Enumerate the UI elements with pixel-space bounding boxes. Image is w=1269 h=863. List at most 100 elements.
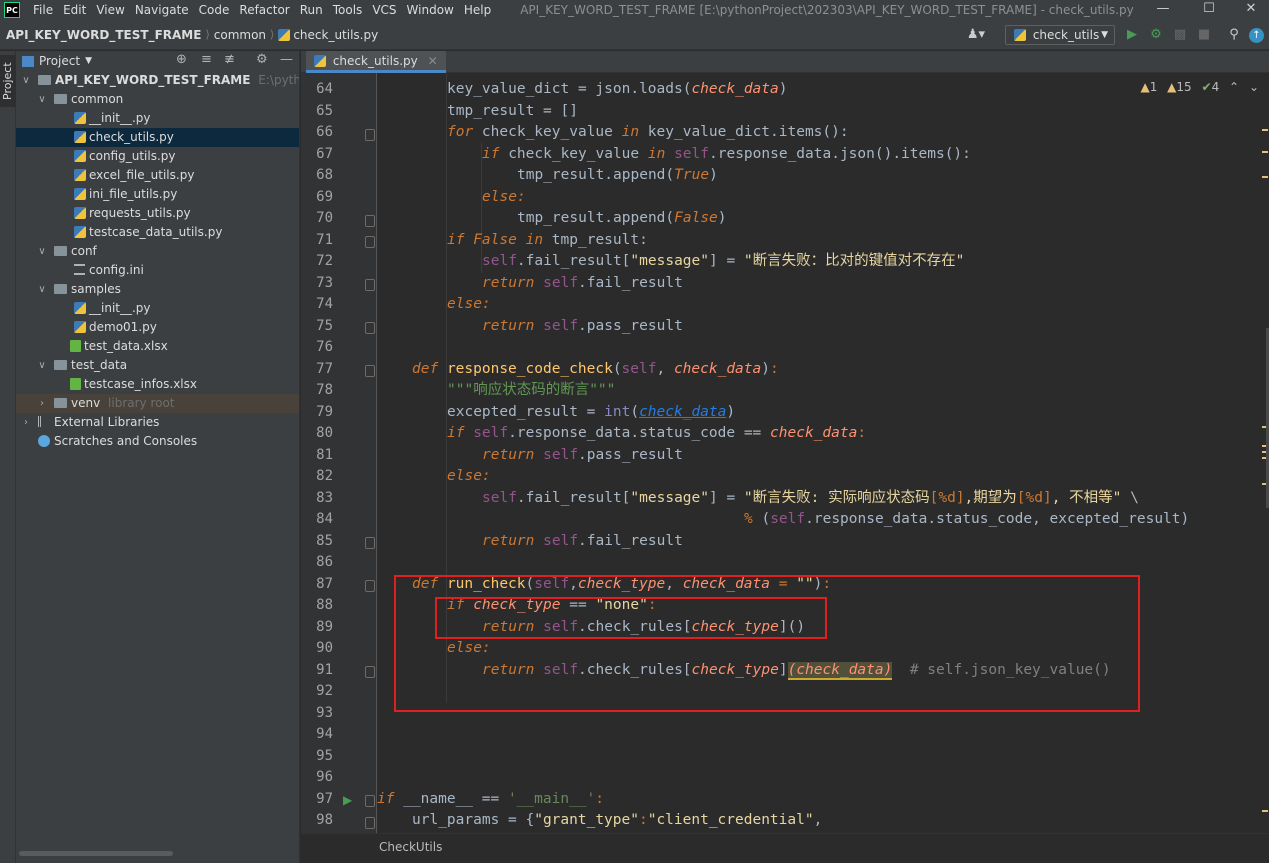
tree-item-label: __init__.py: [89, 301, 151, 315]
menu-tools[interactable]: Tools: [328, 0, 368, 20]
line-number: 87: [316, 575, 333, 592]
folder-icon: [54, 94, 67, 104]
error-stripe-mark[interactable]: [1262, 176, 1268, 178]
run-configuration-select[interactable]: check_utils ▼: [1005, 25, 1115, 45]
tree-item-test-data[interactable]: ∨ test_data: [16, 356, 299, 375]
project-tool-window-tab[interactable]: Project: [0, 55, 16, 107]
menu-view[interactable]: View: [91, 0, 129, 20]
menu-edit[interactable]: Edit: [58, 0, 91, 20]
collapse-all-icon[interactable]: ≢: [224, 52, 235, 67]
tree-item-samples-init[interactable]: __init__.py: [16, 299, 299, 318]
fold-marker-icon[interactable]: [365, 666, 375, 678]
hide-panel-icon[interactable]: —: [280, 52, 293, 67]
tree-item-config-utils[interactable]: config_utils.py: [16, 147, 299, 166]
expand-all-icon[interactable]: ≡: [201, 52, 212, 67]
fold-marker-icon[interactable]: [365, 236, 375, 248]
fold-marker-icon[interactable]: [365, 129, 375, 141]
chevron-down-icon[interactable]: ∨: [20, 71, 32, 90]
fold-marker-icon[interactable]: [365, 365, 375, 377]
menu-refactor[interactable]: Refactor: [234, 0, 294, 20]
update-icon[interactable]: ↑: [1249, 28, 1264, 43]
tree-item-venv[interactable]: › venv library root: [16, 394, 299, 413]
tree-item-label: requests_utils.py: [89, 206, 191, 220]
error-stripe-mark[interactable]: [1262, 810, 1268, 812]
fold-marker-icon[interactable]: [365, 817, 375, 829]
run-icon[interactable]: ▶: [1124, 26, 1140, 44]
breadcrumb-class[interactable]: CheckUtils: [379, 840, 442, 854]
chevron-down-icon[interactable]: ⌄: [1249, 80, 1259, 94]
user-account-icon[interactable]: ♟▾: [962, 26, 990, 44]
tree-item-config-ini[interactable]: config.ini: [16, 261, 299, 280]
window-title: API_KEY_WORD_TEST_FRAME [E:\pythonProjec…: [520, 3, 1134, 17]
fold-marker-icon[interactable]: [365, 215, 375, 227]
menu-window[interactable]: Window: [402, 0, 459, 20]
tree-item-check-utils[interactable]: check_utils.py: [16, 128, 299, 147]
tree-item-demo01[interactable]: demo01.py: [16, 318, 299, 337]
menu-navigate[interactable]: Navigate: [130, 0, 194, 20]
close-tab-icon[interactable]: ✕: [428, 54, 438, 68]
tree-item-testcase-data-utils[interactable]: testcase_data_utils.py: [16, 223, 299, 242]
code-editor[interactable]: 64 65 66 67 68 69 70 71 72 73 74 75 76 7…: [301, 73, 1269, 833]
menu-file[interactable]: File: [28, 0, 58, 20]
tree-item-scratches[interactable]: Scratches and Consoles: [16, 432, 299, 451]
python-file-icon: [314, 55, 326, 67]
search-icon[interactable]: ⚲: [1226, 26, 1242, 44]
chevron-down-icon[interactable]: ∨: [36, 242, 48, 261]
close-window-icon[interactable]: ✕: [1228, 0, 1269, 20]
fold-marker-icon[interactable]: [365, 537, 375, 549]
tree-item-label: samples: [71, 282, 121, 296]
locate-file-icon[interactable]: ⊕: [176, 52, 187, 67]
error-stripe-mark[interactable]: [1262, 151, 1268, 153]
horizontal-scrollbar[interactable]: [19, 851, 173, 856]
code-line-85: return self.fail_result: [482, 532, 683, 549]
tree-item-label: demo01.py: [89, 320, 157, 334]
chevron-down-icon[interactable]: ∨: [36, 280, 48, 299]
menu-help[interactable]: Help: [459, 0, 496, 20]
minimize-icon[interactable]: —: [1140, 0, 1186, 20]
gear-icon[interactable]: ⚙: [256, 52, 268, 67]
menu-code[interactable]: Code: [194, 0, 235, 20]
line-number: 93: [316, 704, 333, 721]
tree-item-common[interactable]: ∨ common: [16, 90, 299, 109]
tree-item-test-data-xlsx[interactable]: test_data.xlsx: [16, 337, 299, 356]
project-view-select[interactable]: Project: [39, 54, 80, 68]
tree-item-ini-file-utils[interactable]: ini_file_utils.py: [16, 185, 299, 204]
tree-item-samples[interactable]: ∨ samples: [16, 280, 299, 299]
tree-item-conf[interactable]: ∨ conf: [16, 242, 299, 261]
menu-vcs[interactable]: VCS: [367, 0, 401, 20]
indent-guide: [446, 73, 447, 593]
run-gutter-icon[interactable]: ▶: [343, 793, 352, 807]
chevron-right-icon[interactable]: ›: [20, 413, 32, 432]
tree-item-requests-utils[interactable]: requests_utils.py: [16, 204, 299, 223]
fold-marker-icon[interactable]: [365, 795, 375, 807]
maximize-icon[interactable]: ☐: [1186, 0, 1232, 20]
fold-marker-icon[interactable]: [365, 322, 375, 334]
coverage-icon[interactable]: ▩: [1172, 26, 1188, 44]
editor-gutter: 64 65 66 67 68 69 70 71 72 73 74 75 76 7…: [301, 73, 377, 833]
code-line-77: def response_code_check(self, check_data…: [412, 360, 779, 377]
tab-check-utils[interactable]: check_utils.py ✕: [306, 51, 446, 73]
tree-item-external-libraries[interactable]: › External Libraries: [16, 413, 299, 432]
debug-icon[interactable]: ⚙: [1148, 26, 1164, 44]
chevron-right-icon[interactable]: ›: [36, 394, 48, 413]
menu-run[interactable]: Run: [295, 0, 328, 20]
chevron-down-icon[interactable]: ▼: [85, 56, 92, 66]
fold-marker-icon[interactable]: [365, 580, 375, 592]
library-icon: [38, 416, 50, 427]
breadcrumb-folder[interactable]: common: [214, 28, 266, 42]
tree-item-common-init[interactable]: __init__.py: [16, 109, 299, 128]
python-file-icon: [74, 112, 86, 124]
fold-marker-icon[interactable]: [365, 279, 375, 291]
tree-item-testcase-infos[interactable]: testcase_infos.xlsx: [16, 375, 299, 394]
error-stripe-mark[interactable]: [1262, 129, 1268, 131]
chevron-down-icon[interactable]: ∨: [36, 90, 48, 109]
breadcrumb-project[interactable]: API_KEY_WORD_TEST_FRAME: [6, 28, 201, 42]
inspection-widget[interactable]: ▲1 ▲15 ✔4 ⌃ ⌄: [1140, 80, 1259, 94]
stop-icon[interactable]: ■: [1196, 26, 1212, 44]
chevron-down-icon[interactable]: ∨: [36, 356, 48, 375]
code-line-67: if check_key_value in self.response_data…: [482, 145, 971, 162]
tree-item-excel-file-utils[interactable]: excel_file_utils.py: [16, 166, 299, 185]
tree-root[interactable]: ∨ API_KEY_WORD_TEST_FRAME E:\pythonProj: [16, 71, 299, 90]
chevron-up-icon[interactable]: ⌃: [1229, 80, 1239, 94]
breadcrumb-file[interactable]: check_utils.py: [293, 28, 378, 42]
